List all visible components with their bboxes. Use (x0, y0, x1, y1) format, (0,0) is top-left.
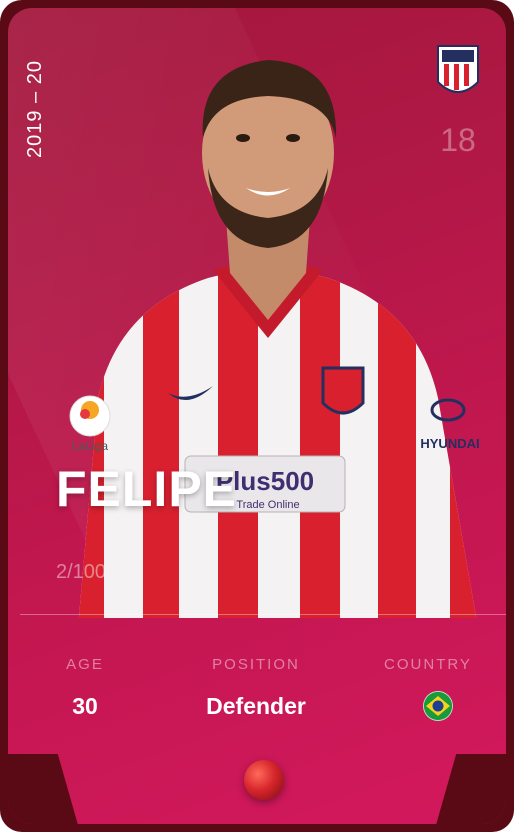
svg-text:HYUNDAI: HYUNDAI (420, 436, 479, 451)
club-badge-icon (437, 45, 479, 93)
jersey-number: 18 (440, 122, 476, 158)
country-label: COUNTRY (384, 656, 472, 673)
brazil-flag-icon (423, 691, 453, 721)
player-photo: Plus500 Trade Online LaLiga HYUNDAI (69, 60, 480, 618)
age-label: AGE (66, 656, 104, 673)
divider (20, 614, 506, 615)
age-value: 30 (72, 693, 98, 719)
card-serial: 2/100 (56, 561, 107, 583)
player-name: FELIPE (56, 461, 238, 517)
svg-text:Trade Online: Trade Online (236, 499, 299, 511)
rarity-orb-icon (244, 760, 284, 800)
position-label: POSITION (212, 656, 300, 673)
card-face: Plus500 Trade Online LaLiga HYUNDAI 2019… (8, 8, 506, 824)
svg-text:LaLiga: LaLiga (72, 439, 108, 453)
position-value: Defender (206, 693, 306, 719)
season-label: 2019 – 20 (24, 60, 46, 158)
player-card[interactable]: Plus500 Trade Online LaLiga HYUNDAI 2019… (0, 0, 514, 832)
